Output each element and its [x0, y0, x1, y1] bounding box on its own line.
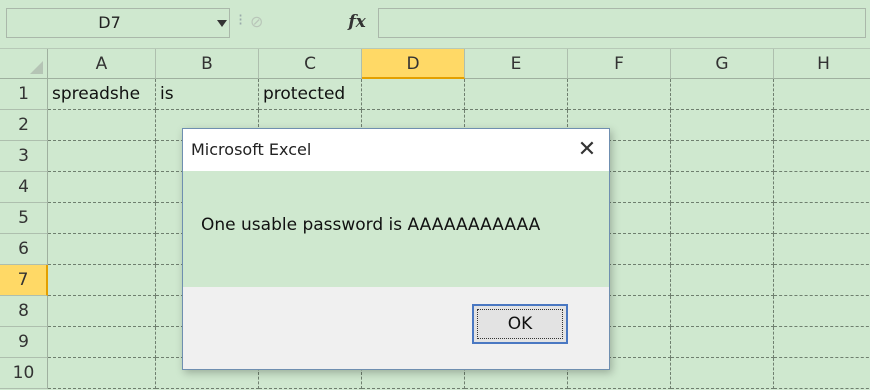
- cell-h6[interactable]: [774, 234, 870, 265]
- cell-h3[interactable]: [774, 141, 870, 172]
- row-header-6[interactable]: 6: [0, 234, 48, 265]
- cell-c1[interactable]: protected: [259, 79, 362, 110]
- cell-a4[interactable]: [48, 172, 156, 203]
- cell-h8[interactable]: [774, 296, 870, 327]
- row-header-8[interactable]: 8: [0, 296, 48, 327]
- cell-a8[interactable]: [48, 296, 156, 327]
- cell-h1[interactable]: [774, 79, 870, 110]
- cell-g6[interactable]: [671, 234, 774, 265]
- cell-a9[interactable]: [48, 327, 156, 358]
- cell-d1[interactable]: [362, 79, 465, 110]
- cell-a7[interactable]: [48, 265, 156, 296]
- column-header-d[interactable]: D: [362, 49, 465, 79]
- column-header-f[interactable]: F: [568, 49, 671, 79]
- column-header-h[interactable]: H: [774, 49, 870, 79]
- dialog-footer: OK: [183, 287, 609, 369]
- cell-f1[interactable]: [568, 79, 671, 110]
- row-header-3[interactable]: 3: [0, 141, 48, 172]
- cell-h7[interactable]: [774, 265, 870, 296]
- chevron-down-icon[interactable]: [217, 20, 227, 27]
- formula-bar: D7 ⁝ ⊘ fx: [0, 0, 870, 49]
- select-all-button[interactable]: [0, 49, 48, 79]
- cell-g9[interactable]: [671, 327, 774, 358]
- formula-input[interactable]: [378, 8, 866, 38]
- row-header-9[interactable]: 9: [0, 327, 48, 358]
- cell-h9[interactable]: [774, 327, 870, 358]
- message-dialog: Microsoft Excel ✕ One usable password is…: [182, 128, 610, 370]
- close-icon[interactable]: ✕: [569, 133, 605, 167]
- row-header-5[interactable]: 5: [0, 203, 48, 234]
- cell-e1[interactable]: [465, 79, 568, 110]
- cell-g2[interactable]: [671, 110, 774, 141]
- cell-g4[interactable]: [671, 172, 774, 203]
- cell-a10[interactable]: [48, 358, 156, 389]
- dialog-message: One usable password is AAAAAAAAAAA: [201, 215, 541, 235]
- cell-a5[interactable]: [48, 203, 156, 234]
- cell-h2[interactable]: [774, 110, 870, 141]
- cell-a3[interactable]: [48, 141, 156, 172]
- dialog-title-bar: Microsoft Excel ✕: [183, 129, 609, 171]
- cell-g3[interactable]: [671, 141, 774, 172]
- row-header-7[interactable]: 7: [0, 265, 48, 296]
- row-header-10[interactable]: 10: [0, 358, 48, 389]
- row-header-4[interactable]: 4: [0, 172, 48, 203]
- column-header-b[interactable]: B: [156, 49, 259, 79]
- cell-h5[interactable]: [774, 203, 870, 234]
- insert-function-icon[interactable]: fx: [343, 9, 371, 35]
- row-header-2[interactable]: 2: [0, 110, 48, 141]
- cell-b1[interactable]: is: [156, 79, 259, 110]
- cell-g5[interactable]: [671, 203, 774, 234]
- dialog-body: One usable password is AAAAAAAAAAA: [183, 171, 609, 287]
- dialog-title: Microsoft Excel: [191, 140, 312, 159]
- cell-h4[interactable]: [774, 172, 870, 203]
- select-all-triangle-icon: [30, 61, 43, 74]
- column-header-a[interactable]: A: [48, 49, 156, 79]
- column-header-g[interactable]: G: [671, 49, 774, 79]
- formula-bar-separator: ⁝: [238, 10, 244, 29]
- row-header-1[interactable]: 1: [0, 79, 48, 110]
- cell-g7[interactable]: [671, 265, 774, 296]
- cell-h10[interactable]: [774, 358, 870, 389]
- cell-g1[interactable]: [671, 79, 774, 110]
- cell-a2[interactable]: [48, 110, 156, 141]
- name-box-value: D7: [98, 13, 121, 32]
- column-header-c[interactable]: C: [259, 49, 362, 79]
- ok-button[interactable]: OK: [472, 304, 568, 344]
- cancel-icon[interactable]: ⊘: [250, 11, 270, 33]
- cell-g8[interactable]: [671, 296, 774, 327]
- column-header-e[interactable]: E: [465, 49, 568, 79]
- cell-a6[interactable]: [48, 234, 156, 265]
- name-box[interactable]: D7: [6, 8, 230, 38]
- cell-g10[interactable]: [671, 358, 774, 389]
- cell-a1[interactable]: spreadshe: [48, 79, 156, 110]
